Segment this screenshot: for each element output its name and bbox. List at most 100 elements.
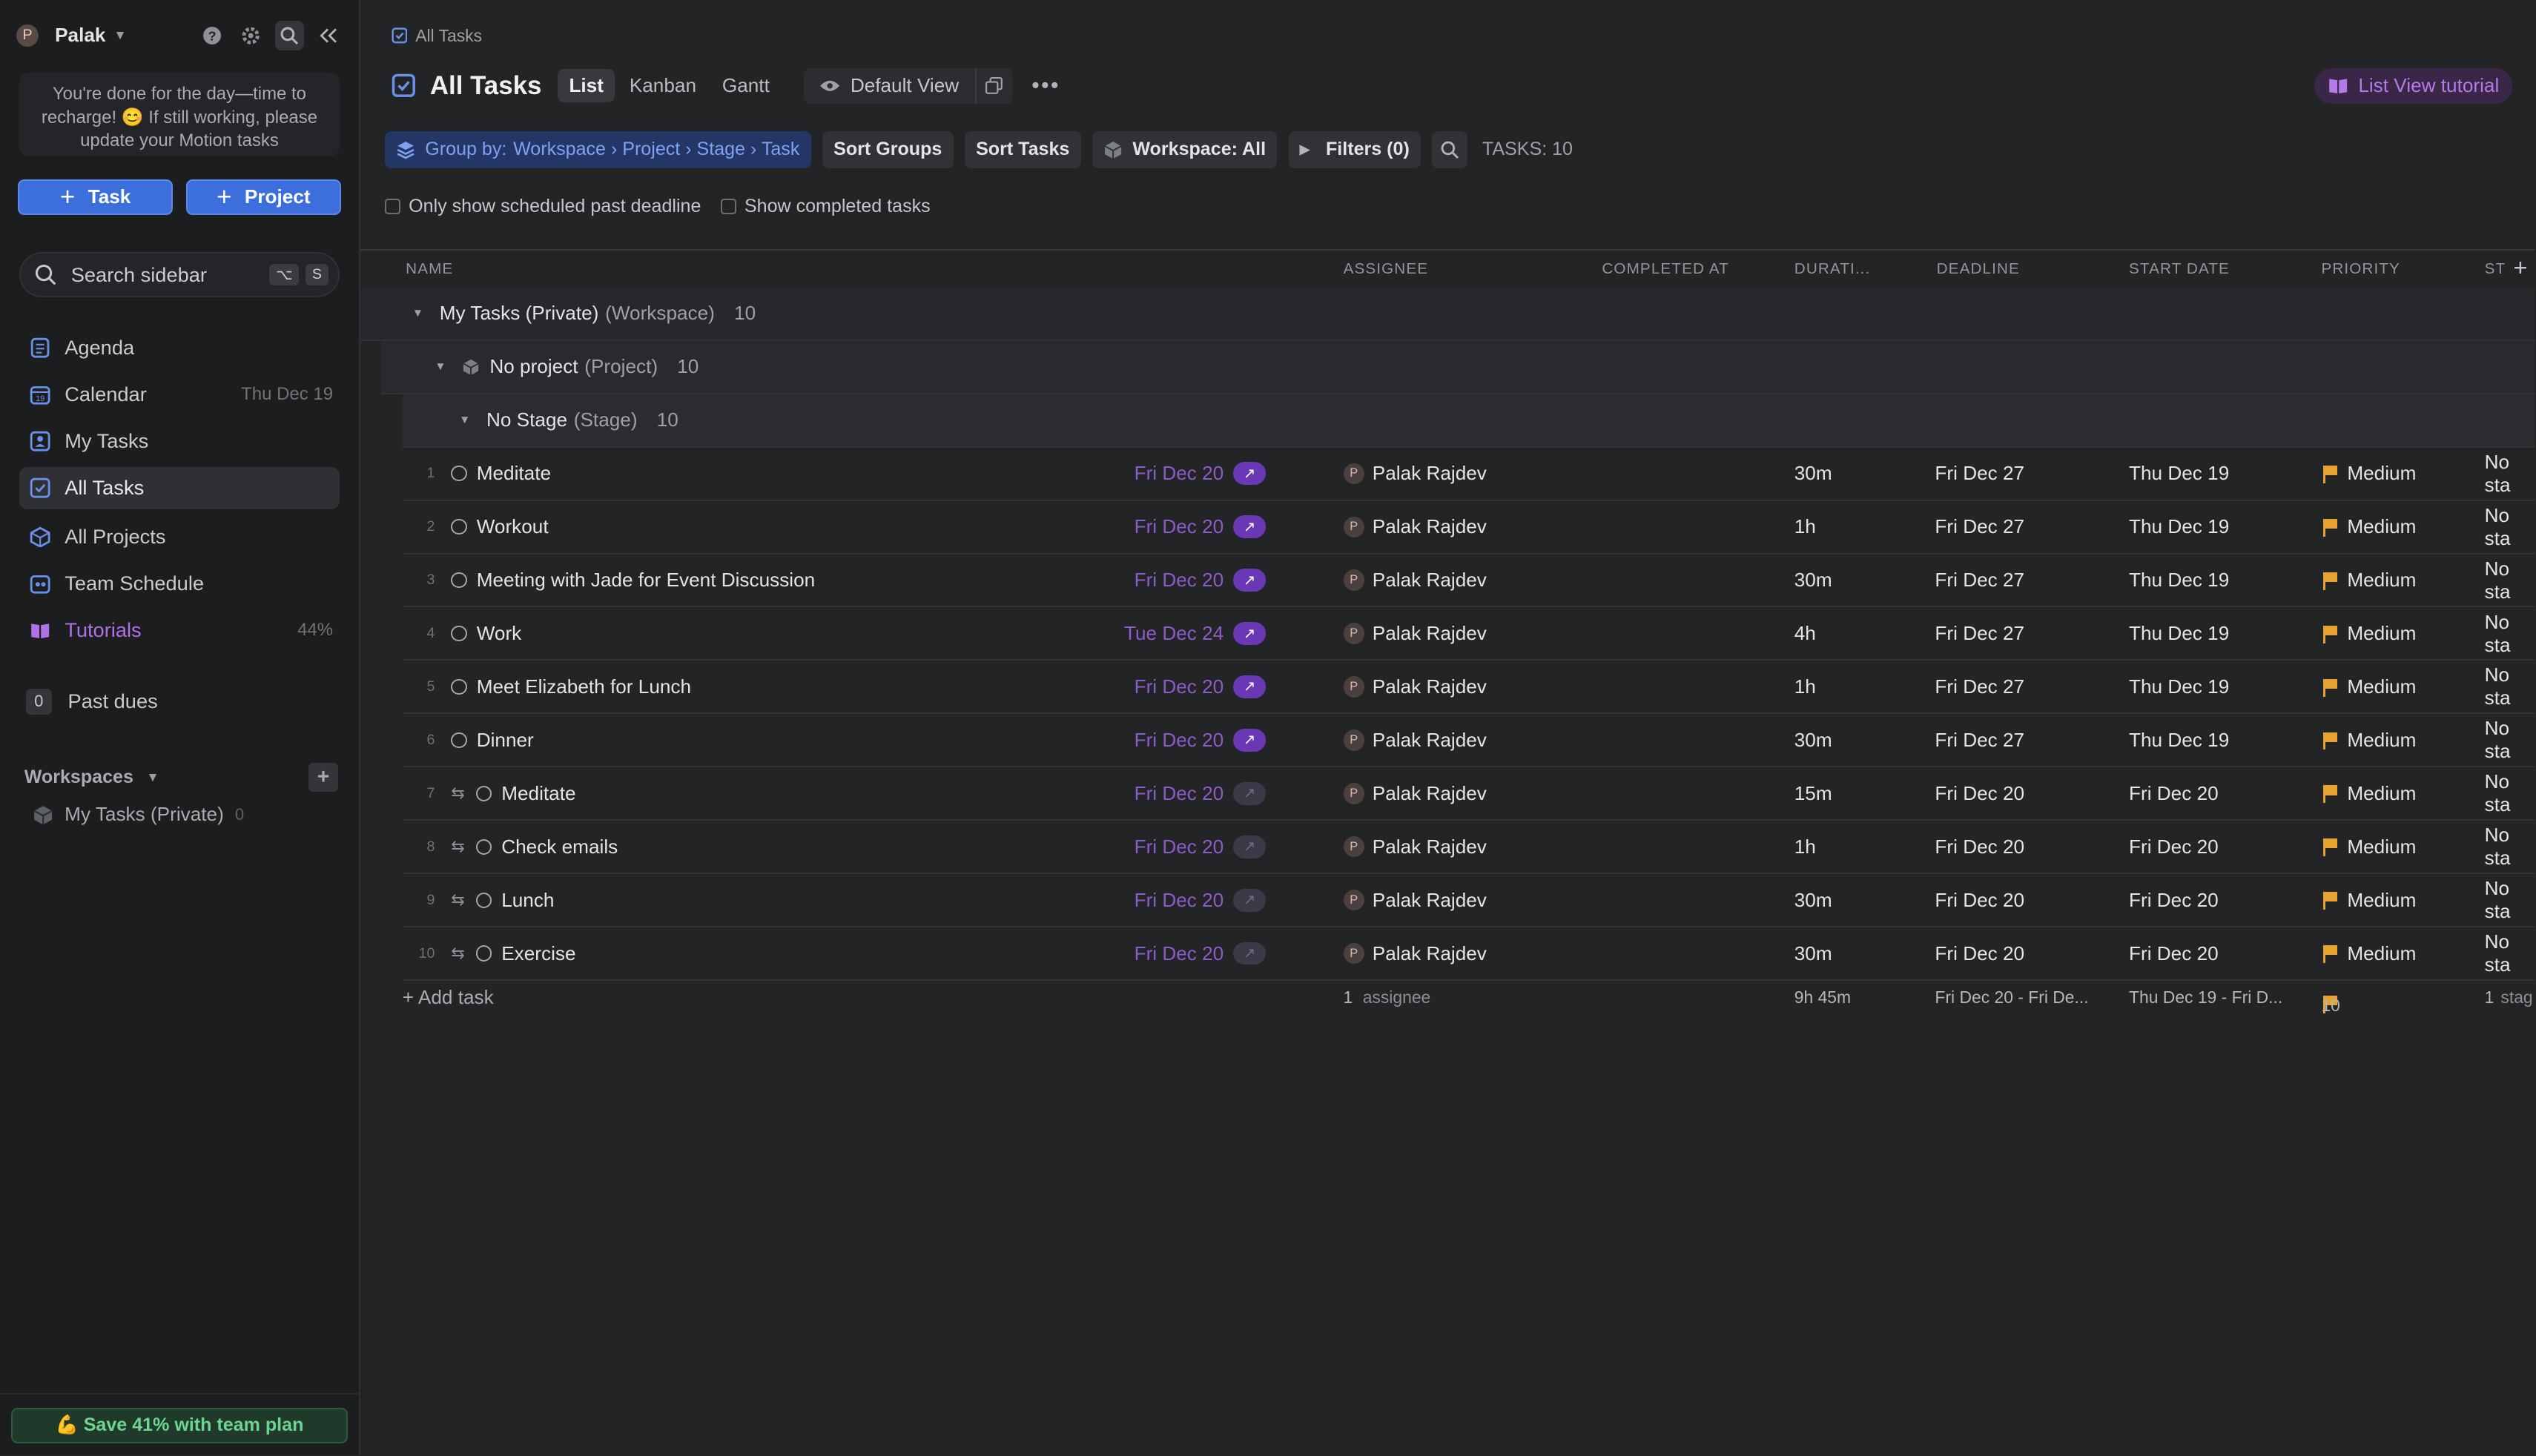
copy-view-icon[interactable] bbox=[977, 76, 1012, 95]
list-view-tutorial-button[interactable]: List View tutorial bbox=[2314, 67, 2512, 104]
deadline[interactable]: Fri Dec 27 bbox=[1935, 715, 2024, 767]
sidebar-search-input[interactable]: Search sidebar ⌥ S bbox=[19, 252, 340, 298]
deadline[interactable]: Fri Dec 27 bbox=[1935, 555, 2024, 606]
auto-schedule-icon[interactable]: ↗ bbox=[1233, 515, 1266, 538]
auto-schedule-icon[interactable]: ↗ bbox=[1233, 622, 1266, 645]
start-date[interactable]: Thu Dec 19 bbox=[2129, 555, 2229, 606]
status[interactable]: No sta bbox=[2485, 501, 2535, 553]
assignee[interactable]: Palak Rajdev bbox=[1373, 569, 1487, 592]
col-assignee[interactable]: ASSIGNEE bbox=[1344, 260, 1429, 278]
priority[interactable]: Medium bbox=[2347, 782, 2416, 805]
auto-schedule-icon[interactable]: ↗ bbox=[1233, 675, 1266, 698]
upgrade-team-plan-button[interactable]: 💪 Save 41% with team plan bbox=[11, 1407, 348, 1443]
filters-button[interactable]: ▶ Filters (0) bbox=[1288, 130, 1421, 168]
duration[interactable]: 15m bbox=[1794, 768, 1832, 820]
priority[interactable]: Medium bbox=[2347, 569, 2416, 592]
past-dues[interactable]: 0 Past dues bbox=[25, 688, 158, 715]
user-name[interactable]: Palak bbox=[55, 24, 105, 47]
col-status[interactable]: ST bbox=[2485, 260, 2506, 278]
sidebar-item-agenda[interactable]: Agenda bbox=[19, 326, 340, 368]
duration[interactable]: 1h bbox=[1794, 821, 1816, 873]
start-date[interactable]: Fri Dec 20 bbox=[2129, 874, 2219, 926]
gear-icon[interactable] bbox=[236, 21, 265, 50]
status[interactable]: No sta bbox=[2485, 715, 2535, 767]
start-date[interactable]: Fri Dec 20 bbox=[2129, 927, 2219, 979]
table-row[interactable]: 9 ⇆ Lunch Fri Dec 20 ↗ P Palak Rajdev 30m F… bbox=[402, 874, 2535, 928]
auto-schedule-icon[interactable]: ↗ bbox=[1233, 569, 1266, 592]
add-workspace-button[interactable]: + bbox=[308, 762, 338, 792]
status[interactable]: No sta bbox=[2485, 661, 2535, 713]
workspace-item-my-tasks[interactable]: My Tasks (Private) 0 bbox=[33, 803, 244, 826]
priority[interactable]: Medium bbox=[2347, 889, 2416, 912]
table-row[interactable]: 6 Dinner Fri Dec 20 ↗ P Palak Rajdev 30m F… bbox=[402, 715, 2535, 768]
priority[interactable]: Medium bbox=[2347, 515, 2416, 538]
sort-groups-button[interactable]: Sort Groups bbox=[822, 130, 954, 168]
deadline[interactable]: Fri Dec 20 bbox=[1935, 874, 2024, 926]
start-date[interactable]: Fri Dec 20 bbox=[2129, 768, 2219, 820]
auto-schedule-icon[interactable]: ↗ bbox=[1233, 942, 1266, 965]
tab-list[interactable]: List bbox=[558, 69, 615, 102]
col-name[interactable]: NAME bbox=[406, 260, 453, 278]
col-start-date[interactable]: START DATE bbox=[2129, 260, 2230, 278]
duration[interactable]: 30m bbox=[1794, 448, 1832, 500]
start-date[interactable]: Thu Dec 19 bbox=[2129, 715, 2229, 767]
workspace-filter-button[interactable]: Workspace: All bbox=[1092, 130, 1278, 168]
sidebar-item-all-projects[interactable]: All Projects bbox=[19, 515, 340, 557]
status[interactable]: No sta bbox=[2485, 874, 2535, 926]
deadline[interactable]: Fri Dec 27 bbox=[1935, 448, 2024, 500]
search-tasks-button[interactable] bbox=[1432, 130, 1468, 168]
search-icon[interactable] bbox=[274, 21, 304, 50]
auto-schedule-icon[interactable]: ↗ bbox=[1233, 729, 1266, 752]
sidebar-item-my-tasks[interactable]: My Tasks bbox=[19, 420, 340, 463]
group-row-workspace[interactable]: ▼ My Tasks (Private) (Workspace) 10 bbox=[360, 288, 2535, 341]
table-row[interactable]: 3 Meeting with Jade for Event Discussion… bbox=[402, 555, 2535, 608]
sort-tasks-button[interactable]: Sort Tasks bbox=[964, 130, 1081, 168]
col-priority[interactable]: PRIORITY bbox=[2321, 260, 2400, 278]
add-column-icon[interactable]: + bbox=[2513, 254, 2528, 282]
auto-schedule-icon[interactable]: ↗ bbox=[1233, 835, 1266, 858]
priority[interactable]: Medium bbox=[2347, 942, 2416, 965]
sidebar-item-all-tasks[interactable]: All Tasks bbox=[19, 467, 340, 509]
table-row[interactable]: 7 ⇆ Meditate Fri Dec 20 ↗ P Palak Rajdev 15… bbox=[402, 768, 2535, 821]
avatar[interactable]: P bbox=[16, 24, 39, 47]
workspaces-label[interactable]: Workspaces bbox=[24, 767, 133, 788]
group-row-project[interactable]: ▼ No project (Project) 10 bbox=[381, 340, 2535, 394]
status[interactable]: No sta bbox=[2485, 608, 2535, 660]
chevron-down-icon[interactable]: ▼ bbox=[113, 27, 126, 43]
chevron-down-icon[interactable]: ▼ bbox=[146, 770, 159, 785]
duration[interactable]: 4h bbox=[1794, 608, 1816, 660]
help-icon[interactable]: ? bbox=[197, 21, 226, 50]
table-row[interactable]: 8 ⇆ Check emails Fri Dec 20 ↗ P Palak Rajde… bbox=[402, 821, 2535, 875]
table-row[interactable]: 5 Meet Elizabeth for Lunch Fri Dec 20 ↗ P… bbox=[402, 661, 2535, 715]
assignee[interactable]: Palak Rajdev bbox=[1373, 889, 1487, 912]
assignee[interactable]: Palak Rajdev bbox=[1373, 782, 1487, 805]
assignee[interactable]: Palak Rajdev bbox=[1373, 675, 1487, 698]
priority[interactable]: Medium bbox=[2347, 622, 2416, 645]
duration[interactable]: 30m bbox=[1794, 927, 1832, 979]
duration[interactable]: 1h bbox=[1794, 501, 1816, 553]
priority[interactable]: Medium bbox=[2347, 729, 2416, 752]
tab-kanban[interactable]: Kanban bbox=[618, 69, 708, 102]
start-date[interactable]: Fri Dec 20 bbox=[2129, 821, 2219, 873]
status[interactable]: No sta bbox=[2485, 821, 2535, 873]
group-row-stage[interactable]: ▼ No Stage (Stage) 10 bbox=[402, 394, 2535, 448]
assignee[interactable]: Palak Rajdev bbox=[1373, 942, 1487, 965]
col-duration[interactable]: DURATI... bbox=[1794, 260, 1871, 278]
assignee[interactable]: Palak Rajdev bbox=[1373, 515, 1487, 538]
chevron-down-icon[interactable]: ▼ bbox=[459, 414, 470, 426]
duration[interactable]: 30m bbox=[1794, 874, 1832, 926]
table-row[interactable]: 10 ⇆ Exercise Fri Dec 20 ↗ P Palak Rajdev 3… bbox=[402, 927, 2535, 982]
duration[interactable]: 30m bbox=[1794, 555, 1832, 606]
status[interactable]: No sta bbox=[2485, 555, 2535, 606]
deadline[interactable]: Fri Dec 20 bbox=[1935, 768, 2024, 820]
status[interactable]: No sta bbox=[2485, 448, 2535, 500]
tab-gantt[interactable]: Gantt bbox=[711, 69, 781, 102]
start-date[interactable]: Thu Dec 19 bbox=[2129, 448, 2229, 500]
chevron-down-icon[interactable]: ▼ bbox=[412, 307, 423, 320]
col-deadline[interactable]: DEADLINE bbox=[1937, 260, 2020, 278]
table-row[interactable]: 1 Meditate Fri Dec 20 ↗ P Palak Rajdev 30m… bbox=[402, 448, 2535, 501]
status[interactable]: No sta bbox=[2485, 927, 2535, 979]
sidebar-item-calendar[interactable]: 19 Calendar Thu Dec 19 bbox=[19, 374, 340, 416]
collapse-sidebar-icon[interactable] bbox=[314, 21, 343, 50]
sidebar-item-tutorials[interactable]: Tutorials 44% bbox=[19, 609, 340, 652]
